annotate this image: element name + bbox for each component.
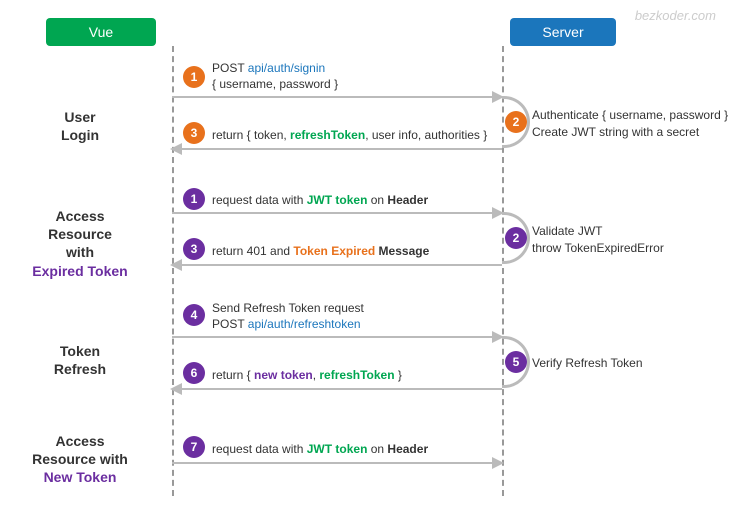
step-2-badge: 2: [505, 111, 527, 133]
section4-l3: New Token: [44, 469, 117, 485]
arrow-7: [172, 336, 502, 338]
actor-vue: Vue: [46, 18, 156, 46]
section-label-l2: Login: [61, 127, 99, 143]
section3-l2: Refresh: [54, 361, 106, 377]
msg-2: Authenticate { username, password } Crea…: [532, 107, 732, 141]
step-s2-1-badge: 1: [183, 188, 205, 210]
arrow-1: [172, 96, 502, 98]
section-new-token: Access Resource with New Token: [0, 432, 160, 487]
section2-l4: Expired Token: [32, 263, 127, 279]
arrow-3: [172, 148, 502, 150]
arrow-9: [172, 388, 502, 390]
step-7-badge: 7: [183, 436, 205, 458]
section3-l1: Token: [60, 343, 100, 359]
msg-5: Validate JWT throw TokenExpiredError: [532, 223, 732, 257]
step-6-badge: 6: [183, 362, 205, 384]
arrow-6: [172, 264, 502, 266]
step-1-badge: 1: [183, 66, 205, 88]
msg-6: return 401 and Token Expired Message: [212, 243, 429, 259]
step-s2-3-badge: 3: [183, 238, 205, 260]
step-4-badge: 4: [183, 304, 205, 326]
section2-l3: with: [66, 244, 94, 260]
lifeline-vue: [172, 46, 174, 496]
msg-3: return { token, refreshToken, user info,…: [212, 127, 487, 143]
section-token-refresh: Token Refresh: [0, 342, 160, 378]
section-label-l1: User: [64, 109, 95, 125]
msg-8: Verify Refresh Token: [532, 355, 732, 372]
arrow-10: [172, 462, 502, 464]
msg-1: POST api/auth/signin { username, passwor…: [212, 60, 338, 92]
section4-l2: Resource with: [32, 451, 128, 467]
arrow-4: [172, 212, 502, 214]
watermark: bezkoder.com: [635, 8, 716, 23]
step-5-badge: 5: [505, 351, 527, 373]
section4-l1: Access: [55, 433, 104, 449]
section2-l1: Access: [55, 208, 104, 224]
msg-4: request data with JWT token on Header: [212, 192, 428, 208]
section2-l2: Resource: [48, 226, 112, 242]
actor-server: Server: [510, 18, 616, 46]
step-3-badge: 3: [183, 122, 205, 144]
msg-10: request data with JWT token on Header: [212, 441, 428, 457]
section-expired-token: Access Resource with Expired Token: [0, 207, 160, 280]
msg-9: return { new token, refreshToken }: [212, 367, 402, 383]
step-s2-2-badge: 2: [505, 227, 527, 249]
section-user-login: User Login: [0, 108, 160, 144]
msg-7: Send Refresh Token request POST api/auth…: [212, 300, 364, 332]
